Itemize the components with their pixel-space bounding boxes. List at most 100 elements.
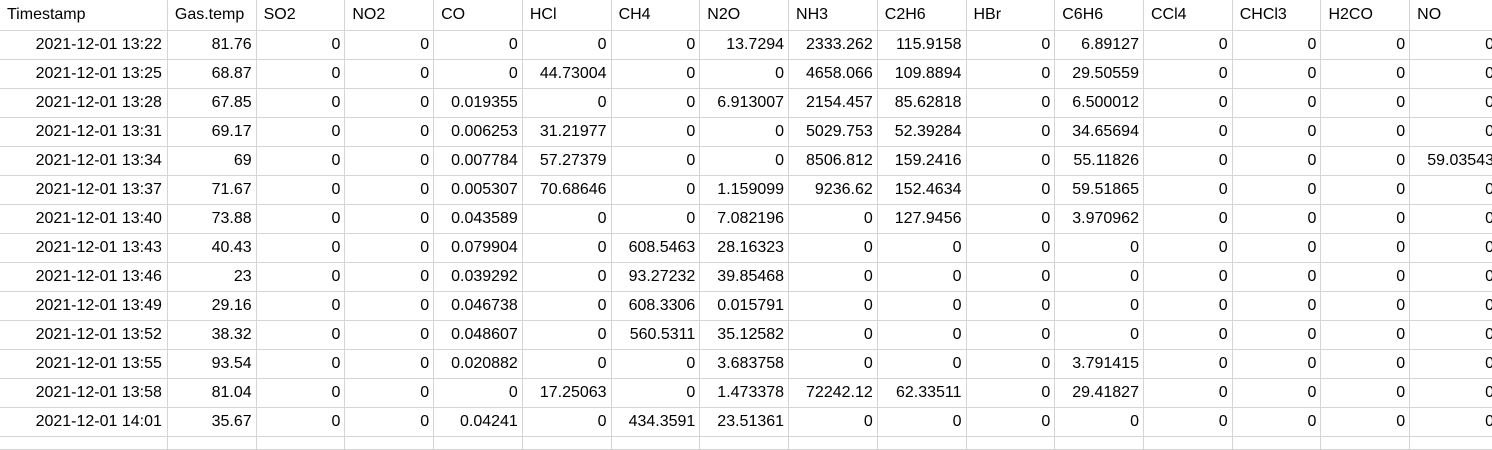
value-cell[interactable]: 0 [256, 59, 346, 89]
value-cell[interactable]: 0 [1232, 117, 1322, 147]
value-cell[interactable]: 0 [1320, 320, 1411, 350]
value-cell[interactable]: 59.51865 [1054, 175, 1144, 205]
value-cell[interactable]: 0 [1409, 320, 1492, 350]
value-cell[interactable]: 67.85 [167, 88, 257, 118]
partial-cell[interactable] [167, 436, 257, 450]
value-cell[interactable]: 0.048607 [433, 320, 523, 350]
value-cell[interactable]: 0 [1232, 233, 1322, 263]
value-cell[interactable]: 6.913007 [699, 88, 790, 118]
value-cell[interactable]: 0 [1320, 175, 1411, 205]
column-header-cell[interactable]: NH3 [788, 0, 878, 31]
value-cell[interactable]: 0 [1232, 204, 1322, 234]
value-cell[interactable]: 0 [788, 233, 878, 263]
value-cell[interactable]: 0 [788, 320, 878, 350]
value-cell[interactable]: 0 [966, 30, 1056, 60]
value-cell[interactable]: 0 [1143, 88, 1233, 118]
value-cell[interactable]: 0 [699, 59, 790, 89]
value-cell[interactable]: 0 [1143, 320, 1233, 350]
timestamp-cell[interactable]: 2021-12-01 13:49 [0, 291, 168, 321]
value-cell[interactable]: 0 [344, 30, 435, 60]
value-cell[interactable]: 0 [1320, 146, 1411, 176]
value-cell[interactable]: 93.54 [167, 349, 257, 379]
value-cell[interactable]: 0 [966, 117, 1056, 147]
value-cell[interactable]: 0 [1143, 146, 1233, 176]
timestamp-cell[interactable]: 2021-12-01 13:40 [0, 204, 168, 234]
value-cell[interactable]: 0 [877, 233, 967, 263]
value-cell[interactable]: 0 [344, 117, 435, 147]
value-cell[interactable]: 52.39284 [877, 117, 967, 147]
value-cell[interactable]: 0 [1232, 262, 1322, 292]
value-cell[interactable]: 608.5463 [611, 233, 701, 263]
value-cell[interactable]: 0 [966, 146, 1056, 176]
value-cell[interactable]: 85.62818 [877, 88, 967, 118]
column-header-cell[interactable]: N2O [699, 0, 790, 31]
value-cell[interactable]: 0 [344, 320, 435, 350]
column-header-cell[interactable]: HCl [522, 0, 612, 31]
value-cell[interactable]: 35.12582 [699, 320, 790, 350]
partial-cell[interactable] [877, 436, 967, 450]
value-cell[interactable]: 0 [1232, 349, 1322, 379]
value-cell[interactable]: 35.67 [167, 407, 257, 437]
value-cell[interactable]: 0 [788, 262, 878, 292]
value-cell[interactable]: 0 [1143, 30, 1233, 60]
value-cell[interactable]: 68.87 [167, 59, 257, 89]
value-cell[interactable]: 0.005307 [433, 175, 523, 205]
partial-cell[interactable] [1232, 436, 1322, 450]
value-cell[interactable]: 0 [611, 88, 701, 118]
partial-cell[interactable] [256, 436, 346, 450]
value-cell[interactable]: 434.3591 [611, 407, 701, 437]
value-cell[interactable]: 5029.753 [788, 117, 878, 147]
value-cell[interactable]: 0.015791 [699, 291, 790, 321]
value-cell[interactable]: 0 [1143, 291, 1233, 321]
value-cell[interactable]: 159.2416 [877, 146, 967, 176]
value-cell[interactable]: 72242.12 [788, 378, 878, 408]
column-header-cell[interactable]: CO [433, 0, 523, 31]
value-cell[interactable]: 0 [1320, 117, 1411, 147]
value-cell[interactable]: 69.17 [167, 117, 257, 147]
value-cell[interactable]: 0 [1143, 175, 1233, 205]
value-cell[interactable]: 0 [1409, 291, 1492, 321]
value-cell[interactable]: 0 [966, 233, 1056, 263]
column-header-cell[interactable]: CH4 [611, 0, 701, 31]
value-cell[interactable]: 0 [344, 204, 435, 234]
value-cell[interactable]: 0 [1232, 146, 1322, 176]
column-header-cell[interactable]: C2H6 [877, 0, 967, 31]
timestamp-cell[interactable]: 2021-12-01 13:55 [0, 349, 168, 379]
value-cell[interactable]: 0 [966, 349, 1056, 379]
value-cell[interactable]: 0 [966, 320, 1056, 350]
value-cell[interactable]: 44.73004 [522, 59, 612, 89]
column-header-cell[interactable]: NO [1409, 0, 1492, 31]
value-cell[interactable]: 0 [522, 349, 612, 379]
value-cell[interactable]: 0 [256, 117, 346, 147]
value-cell[interactable]: 40.43 [167, 233, 257, 263]
value-cell[interactable]: 59.03543 [1409, 146, 1492, 176]
value-cell[interactable]: 2154.457 [788, 88, 878, 118]
value-cell[interactable]: 0 [1232, 407, 1322, 437]
value-cell[interactable]: 0 [256, 88, 346, 118]
value-cell[interactable]: 0 [1409, 262, 1492, 292]
value-cell[interactable]: 0 [1409, 349, 1492, 379]
column-header-cell[interactable]: HBr [966, 0, 1056, 31]
column-header-cell[interactable]: CHCl3 [1232, 0, 1322, 31]
value-cell[interactable]: 0 [256, 175, 346, 205]
value-cell[interactable]: 0 [1320, 59, 1411, 89]
value-cell[interactable]: 0 [966, 204, 1056, 234]
value-cell[interactable]: 0 [611, 204, 701, 234]
timestamp-cell[interactable]: 2021-12-01 13:52 [0, 320, 168, 350]
value-cell[interactable]: 0 [966, 175, 1056, 205]
value-cell[interactable]: 0 [1232, 291, 1322, 321]
value-cell[interactable]: 0 [966, 59, 1056, 89]
timestamp-cell[interactable]: 2021-12-01 13:46 [0, 262, 168, 292]
partial-cell[interactable] [1054, 436, 1144, 450]
value-cell[interactable]: 0 [1409, 88, 1492, 118]
value-cell[interactable]: 0 [611, 117, 701, 147]
value-cell[interactable]: 109.8894 [877, 59, 967, 89]
value-cell[interactable]: 6.89127 [1054, 30, 1144, 60]
value-cell[interactable]: 0 [256, 320, 346, 350]
value-cell[interactable]: 0 [611, 378, 701, 408]
partial-cell[interactable] [1409, 436, 1492, 450]
value-cell[interactable]: 0 [256, 407, 346, 437]
value-cell[interactable]: 0 [1143, 233, 1233, 263]
value-cell[interactable]: 0.046738 [433, 291, 523, 321]
value-cell[interactable]: 70.68646 [522, 175, 612, 205]
